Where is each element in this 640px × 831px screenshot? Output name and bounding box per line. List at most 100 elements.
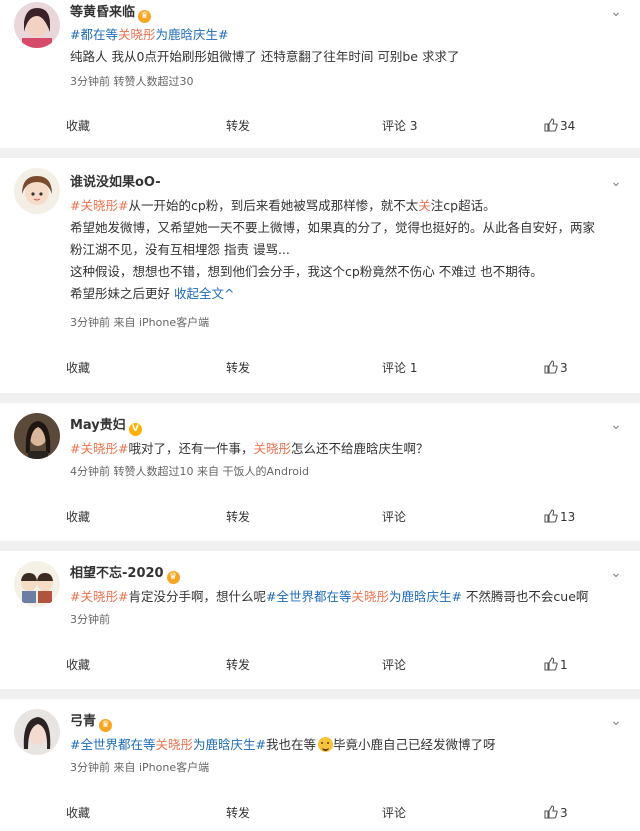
hashtag-link[interactable]: 都在等: [80, 27, 118, 42]
like-button[interactable]: 34: [544, 108, 575, 144]
comment-button[interactable]: 评论: [382, 499, 406, 535]
comment-line: #关晓彤#从一开始的cp粉，到后来看她被骂成那样惨，就不太关注cp超话。: [70, 195, 626, 217]
comment-card: 弓青 ♛ ⌄ #全世界都在等关晓彤为鹿晗庆生#我也在等 毕竟小鹿自己已经发微博了呀 …: [0, 699, 640, 826]
avatar[interactable]: [14, 168, 60, 214]
meta-info: 3分钟前 来自 iPhone客户端: [70, 761, 210, 774]
hashtag-link[interactable]: 为鹿晗庆生#: [156, 27, 229, 42]
emoji-icon: [318, 737, 333, 752]
keyword-highlight[interactable]: #关晓彤#: [70, 589, 128, 604]
crown-icon: ♛: [166, 571, 180, 584]
username-text[interactable]: 弓青: [70, 714, 96, 729]
avatar[interactable]: [14, 413, 60, 459]
repost-button[interactable]: 转发: [226, 499, 250, 535]
username[interactable]: 谁说没如果oO-: [70, 174, 161, 192]
comment-button[interactable]: 评论 1: [382, 350, 417, 386]
chevron-down-icon[interactable]: ⌄: [606, 4, 626, 24]
hashtag-link[interactable]: #全世界都在等: [266, 589, 351, 604]
comment-segment: 怎么还不给鹿晗庆生啊？: [290, 441, 429, 456]
thumbs-up-icon: [544, 805, 558, 819]
chevron-down-icon[interactable]: ⌄: [606, 417, 626, 437]
favorite-button[interactable]: 收藏: [66, 647, 90, 683]
separator: [0, 541, 640, 551]
hashtag-link[interactable]: 为鹿晗庆生#: [193, 737, 266, 752]
like-count: 34: [560, 119, 576, 133]
meta-info: 4分钟前 转赞人数超过10 来自 干饭人的Android: [70, 465, 310, 478]
keyword-highlight: 关晓彤: [253, 441, 291, 456]
like-button[interactable]: 1: [544, 647, 568, 683]
meta-info: 3分钟前 转赞人数超过30: [70, 75, 194, 88]
keyword-highlight: 关晓彤: [118, 27, 156, 42]
keyword-highlight[interactable]: #关晓彤#: [70, 441, 128, 456]
chevron-down-icon[interactable]: ⌄: [606, 565, 626, 585]
thumbs-up-icon: [544, 118, 558, 132]
favorite-button[interactable]: 收藏: [66, 350, 90, 386]
hashtag-link[interactable]: #: [70, 27, 80, 42]
hashtag-link[interactable]: 为鹿晗庆生#: [389, 589, 462, 604]
comment-line: #都在等关晓彤为鹿晗庆生#: [70, 24, 626, 46]
avatar[interactable]: [14, 561, 60, 607]
verified-icon: V: [128, 423, 142, 436]
username[interactable]: 相望不忘-2020 ♛: [70, 565, 180, 584]
comment-text: #关晓彤#肯定没分手啊，想什么呢#全世界都在等关晓彤为鹿晗庆生# 不然腾哥也不会…: [70, 586, 626, 608]
favorite-button[interactable]: 收藏: [66, 108, 90, 144]
username-text[interactable]: 等黄昏来临: [70, 5, 135, 20]
comment-segment: 这种假设，想想也不错，想到他们会分手，我这个cp粉竟然不伤心 不难过 也不期待。: [70, 264, 543, 279]
collapse-link[interactable]: 收起全文^: [174, 286, 234, 301]
avatar[interactable]: [14, 2, 60, 48]
comment-line: 粉江湖不见，没有互相埋怨 指责 谩骂...: [70, 239, 626, 261]
username[interactable]: May贵妇 V: [70, 417, 142, 436]
action-bar: 收藏 转发 评论 1 3: [0, 350, 640, 386]
crown-icon: ♛: [138, 10, 152, 23]
comment-text: #全世界都在等关晓彤为鹿晗庆生#我也在等 毕竟小鹿自己已经发微博了呀: [70, 734, 626, 756]
comment-line: #全世界都在等关晓彤为鹿晗庆生#我也在等 毕竟小鹿自己已经发微博了呀: [70, 734, 626, 756]
comment-line: 这种假设，想想也不错，想到他们会分手，我这个cp粉竟然不伤心 不难过 也不期待。: [70, 261, 626, 283]
crown-icon: ♛: [99, 719, 113, 732]
comment-segment: 肯定没分手啊，想什么呢: [128, 589, 266, 604]
comment-line: #关晓彤#肯定没分手啊，想什么呢#全世界都在等关晓彤为鹿晗庆生# 不然腾哥也不会…: [70, 586, 626, 608]
comment-line: 希望她发微博，又希望她一天不要上微博，如果真的分了，觉得也挺好的。从此各自安好，…: [70, 217, 626, 239]
username[interactable]: 弓青 ♛: [70, 713, 113, 732]
comment-text: #关晓彤#从一开始的cp粉，到后来看她被骂成那样惨，就不太关注cp超话。希望她发…: [70, 195, 626, 305]
like-button[interactable]: 13: [544, 499, 575, 535]
thumbs-up-icon: [544, 657, 558, 671]
avatar[interactable]: [14, 709, 60, 755]
meta-info: 3分钟前: [70, 613, 110, 626]
like-count: 1: [560, 658, 568, 672]
comment-text: #关晓彤#哦对了，还有一件事，关晓彤怎么还不给鹿晗庆生啊？: [70, 438, 626, 460]
comment-line: 希望彤妹之后更好 收起全文^: [70, 283, 626, 305]
repost-button[interactable]: 转发: [226, 647, 250, 683]
username-text[interactable]: May贵妇: [70, 418, 126, 433]
action-bar: 收藏 转发 评论 13: [0, 499, 640, 535]
comment-segment: 注cp超话。: [430, 198, 496, 213]
keyword-highlight[interactable]: #关晓彤#: [70, 198, 128, 213]
username-text[interactable]: 相望不忘-2020: [70, 566, 164, 581]
keyword-highlight: 关晓彤: [155, 737, 193, 752]
favorite-button[interactable]: 收藏: [66, 499, 90, 535]
chevron-down-icon[interactable]: ⌄: [606, 174, 626, 194]
repost-button[interactable]: 转发: [226, 350, 250, 386]
like-count: 3: [560, 361, 568, 375]
comment-button[interactable]: 评论 3: [382, 108, 417, 144]
username-text[interactable]: 谁说没如果oO-: [70, 175, 161, 190]
separator: [0, 689, 640, 699]
like-button[interactable]: 3: [544, 350, 568, 386]
comment-line: #关晓彤#哦对了，还有一件事，关晓彤怎么还不给鹿晗庆生啊？: [70, 438, 626, 460]
like-count: 3: [560, 806, 568, 820]
username[interactable]: 等黄昏来临 ♛: [70, 4, 152, 23]
separator: [0, 393, 640, 403]
separator: [0, 148, 640, 158]
keyword-highlight: 关晓彤: [351, 589, 389, 604]
comment-button[interactable]: 评论: [382, 647, 406, 683]
comment-card: May贵妇 V ⌄ #关晓彤#哦对了，还有一件事，关晓彤怎么还不给鹿晗庆生啊？ 4…: [0, 403, 640, 541]
comment-segment: 纯路人 我从0点开始刷彤姐微博了 还特意翻了往年时间 可别be 求求了: [70, 49, 460, 64]
hashtag-link[interactable]: #全世界都在等: [70, 737, 155, 752]
repost-button[interactable]: 转发: [226, 108, 250, 144]
comment-text: #都在等关晓彤为鹿晗庆生# 纯路人 我从0点开始刷彤姐微博了 还特意翻了往年时间 …: [70, 24, 626, 68]
thumbs-up-icon: [544, 509, 558, 523]
comment-card: 谁说没如果oO- ⌄ #关晓彤#从一开始的cp粉，到后来看她被骂成那样惨，就不太…: [0, 158, 640, 393]
comment-segment: 希望她发微博，又希望她一天不要上微博，如果真的分了，觉得也挺好的。从此各自安好，…: [70, 220, 596, 235]
thumbs-up-icon: [544, 360, 558, 374]
chevron-down-icon[interactable]: ⌄: [606, 713, 626, 733]
meta-info: 3分钟前 来自 iPhone客户端: [70, 316, 210, 329]
comment-segment: 我也在等: [265, 737, 316, 752]
